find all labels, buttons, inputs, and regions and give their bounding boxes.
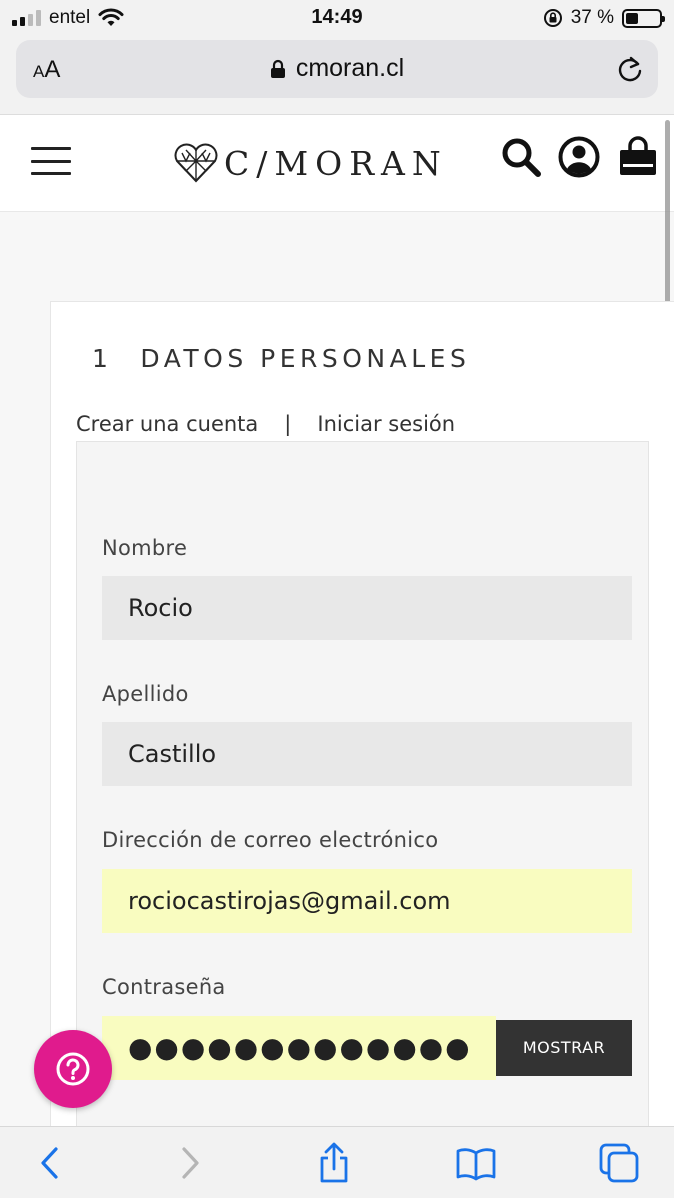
book-icon bbox=[456, 1148, 496, 1181]
step-number: 1 bbox=[92, 344, 113, 373]
browser-address-area: AA cmoran.cl bbox=[0, 36, 674, 114]
personal-data-form: Nombre Rocio Apellido Castillo Dirección… bbox=[76, 441, 649, 1141]
email-field[interactable]: rociocastirojas@gmail.com bbox=[102, 869, 632, 933]
battery-percent: 37 % bbox=[570, 7, 614, 28]
last-name-label: Apellido bbox=[102, 682, 189, 706]
tabs-icon bbox=[599, 1143, 639, 1183]
site-logo[interactable]: C/MORAN bbox=[174, 143, 448, 183]
help-button[interactable] bbox=[34, 1030, 112, 1108]
tabs-button[interactable] bbox=[597, 1141, 641, 1185]
show-password-button[interactable]: MOSTRAR bbox=[496, 1020, 632, 1076]
tab-separator: | bbox=[284, 412, 292, 436]
password-field[interactable]: ●●●●●●●●●●●●● bbox=[102, 1016, 496, 1080]
back-button[interactable] bbox=[28, 1141, 72, 1185]
hamburger-icon[interactable] bbox=[31, 147, 71, 175]
lock-icon bbox=[270, 59, 285, 78]
logo-text: C/MORAN bbox=[224, 143, 448, 183]
step-title: DATOS PERSONALES bbox=[140, 344, 471, 373]
chevron-right-icon bbox=[182, 1147, 199, 1179]
status-right: 37 % bbox=[543, 7, 665, 29]
first-name-label: Nombre bbox=[102, 536, 188, 560]
share-button[interactable] bbox=[312, 1141, 356, 1185]
site-header: C/MORAN bbox=[0, 114, 674, 212]
search-icon[interactable] bbox=[500, 136, 542, 178]
browser-toolbar bbox=[0, 1126, 674, 1198]
shopping-bag-icon[interactable] bbox=[616, 135, 660, 179]
url-text: cmoran.cl bbox=[295, 54, 405, 82]
password-label: Contraseña bbox=[102, 975, 226, 999]
checkout-step-card: 1 DATOS PERSONALES Crear una cuenta | In… bbox=[50, 301, 674, 1141]
battery-icon bbox=[622, 8, 665, 28]
question-icon bbox=[56, 1052, 90, 1086]
account-tabs: Crear una cuenta | Iniciar sesión bbox=[76, 412, 455, 436]
orientation-lock-icon bbox=[543, 9, 562, 27]
last-name-field[interactable]: Castillo bbox=[102, 722, 632, 786]
address-bar[interactable]: AA cmoran.cl bbox=[16, 40, 658, 98]
chevron-left-icon bbox=[41, 1147, 58, 1179]
tab-login[interactable]: Iniciar sesión bbox=[317, 412, 455, 436]
step-heading: 1 DATOS PERSONALES bbox=[92, 344, 470, 373]
reload-icon[interactable] bbox=[616, 54, 644, 84]
share-icon bbox=[320, 1142, 348, 1183]
email-label: Dirección de correo electrónico bbox=[102, 828, 439, 852]
url-display[interactable]: cmoran.cl bbox=[16, 54, 658, 83]
user-icon[interactable] bbox=[558, 136, 600, 178]
tab-create-account[interactable]: Crear una cuenta bbox=[76, 412, 258, 436]
bookmarks-button[interactable] bbox=[454, 1141, 498, 1185]
forward-button[interactable] bbox=[168, 1141, 212, 1185]
header-actions bbox=[500, 135, 660, 179]
status-bar: entel 14:49 37 % bbox=[0, 0, 674, 36]
heart-gem-icon bbox=[174, 143, 218, 183]
first-name-field[interactable]: Rocio bbox=[102, 576, 632, 640]
